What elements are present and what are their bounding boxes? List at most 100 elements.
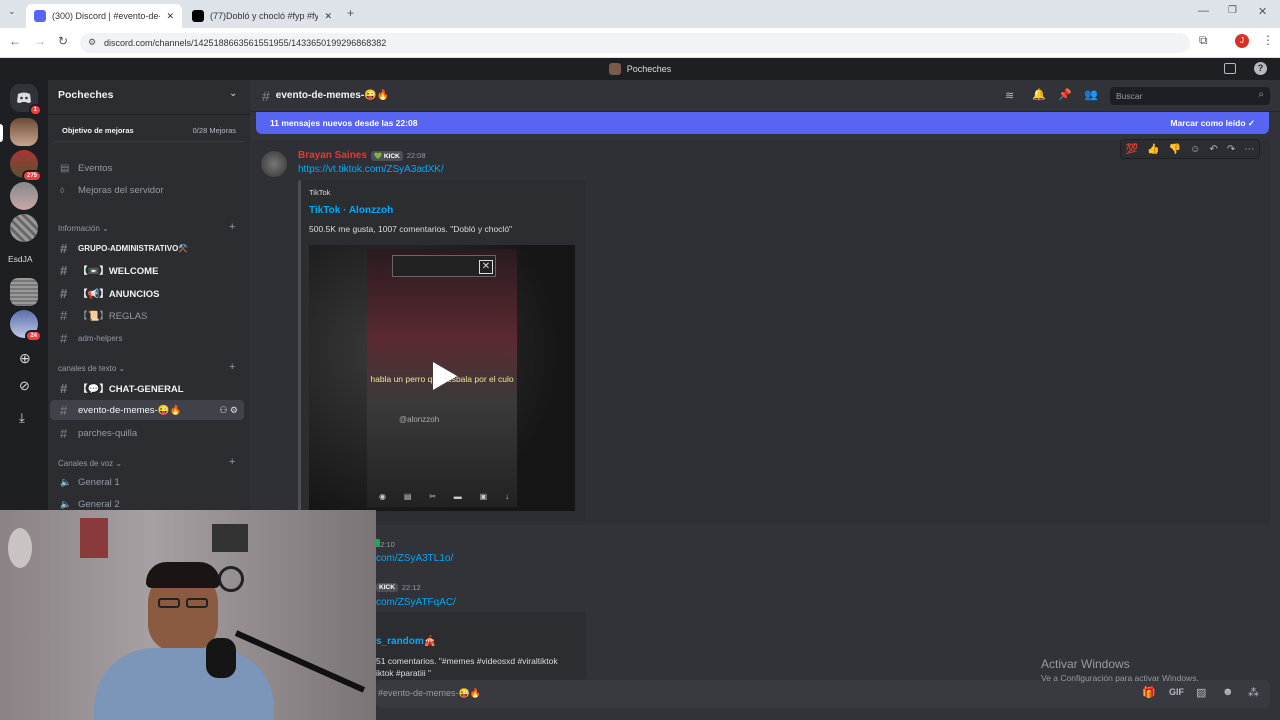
selected-server-indicator xyxy=(0,124,3,142)
extensions-icon[interactable]: ⧉ xyxy=(1199,33,1208,48)
member-list-icon[interactable]: 👥 xyxy=(1084,88,1098,101)
boost-goal[interactable]: Objetivo de mejoras 0/28 Mejoras xyxy=(54,120,244,142)
new-tab-button[interactable]: + xyxy=(347,6,354,20)
search-input[interactable]: Buscar ⌕ xyxy=(1110,87,1270,105)
doc-icon[interactable]: ▤ xyxy=(404,492,412,501)
tiktok-link[interactable]: https://vt.tiktok.com/ZSyA3adXK/ xyxy=(298,164,444,175)
discord-title-bar: Pocheches ? xyxy=(0,58,1280,80)
forward-icon[interactable]: → xyxy=(34,34,46,48)
gif-icon[interactable]: GIF xyxy=(1169,687,1184,697)
divider xyxy=(48,114,250,115)
profile-avatar[interactable]: J xyxy=(1235,34,1249,48)
new-messages-bar[interactable]: 11 mensajes nuevos desde las 22:08 Marca… xyxy=(256,112,1269,134)
embed-title[interactable]: TikTok · Alonzzoh xyxy=(309,205,393,216)
server-text-icon[interactable]: EsdJA xyxy=(8,254,33,264)
sticker-icon[interactable]: ▨ xyxy=(1196,686,1206,699)
channel-parches-quilla[interactable]: # parches-quilla xyxy=(50,423,244,443)
back-icon[interactable]: ← xyxy=(9,34,21,48)
tiktok-favicon xyxy=(192,10,204,22)
video-watermark: @alonzzoh xyxy=(399,415,440,424)
channel-grupo-administrativo[interactable]: # GRUPO-ADMINISTRATIVO⚒️ xyxy=(50,238,244,258)
search-icon: ⌕ xyxy=(1258,89,1264,100)
link-embed: s_random🎪 51 comentarios. "#memes #video… xyxy=(372,612,586,680)
server-icon[interactable]: 275 xyxy=(10,150,42,182)
person-hoodie xyxy=(94,648,274,720)
tab-close-icon[interactable]: ✕ xyxy=(324,11,332,22)
add-channel-icon[interactable]: + xyxy=(229,456,235,468)
category-voice[interactable]: Canales de voz ⌄ xyxy=(58,459,122,468)
video-player[interactable]: ✕ habla un perro que resbala por el culo… xyxy=(309,245,575,511)
server-icon-pocheches[interactable] xyxy=(10,118,38,146)
channel-anuncios[interactable]: # 【📢】ANUNCIOS xyxy=(50,283,244,303)
mark-as-read-button[interactable]: Marcar como leído ✓ xyxy=(1170,118,1255,129)
server-icon[interactable] xyxy=(10,278,38,306)
reload-icon[interactable]: ↻ xyxy=(58,34,68,48)
tiktok-link[interactable]: com/ZSyA3TL1o/ xyxy=(376,553,453,564)
channel-evento-de-memes[interactable]: # evento-de-memes-😜🔥 ⚇ ⚙ xyxy=(50,400,244,420)
avatar[interactable] xyxy=(261,151,287,177)
thumbs-up-icon[interactable]: 👍 xyxy=(1147,144,1159,155)
thumbs-down-icon[interactable]: 👎 xyxy=(1169,144,1181,155)
message-header: Brayan Saines 💚 KICK 22:08 xyxy=(298,150,426,161)
embed-description-continued: iktok #paratiii " xyxy=(376,668,431,678)
comment-icon[interactable]: ▣ xyxy=(480,492,488,501)
wall-decoration xyxy=(218,566,244,592)
tab-search-icon[interactable]: ⌄ xyxy=(8,6,16,17)
discover-icon[interactable]: ⊘ xyxy=(19,378,30,394)
tiktok-link[interactable]: com/ZSyATFqAC/ xyxy=(376,597,456,608)
category-info[interactable]: Información ⌄ xyxy=(58,224,109,233)
embed-title[interactable]: s_random🎪 xyxy=(376,636,436,647)
reaction-100-icon[interactable]: 💯 xyxy=(1126,144,1138,155)
voice-channel-general-1[interactable]: 🔈 General 1 xyxy=(50,472,244,492)
sidebar-item-server-boosts[interactable]: ⬨ Mejoras del servidor xyxy=(50,180,244,200)
play-icon[interactable] xyxy=(425,358,461,394)
add-reaction-icon[interactable]: ☺ xyxy=(1190,144,1200,155)
tab-tiktok[interactable]: (77)Dobló y chocló #fyp #fyp ✕ xyxy=(184,4,340,28)
server-icon[interactable] xyxy=(10,214,38,242)
sidebar-item-events[interactable]: ▤ Eventos xyxy=(50,158,244,178)
bell-icon[interactable]: 🔔 xyxy=(1032,88,1046,101)
server-icon[interactable] xyxy=(10,182,38,210)
pin-icon[interactable]: 📌 xyxy=(1058,88,1072,101)
apps-icon[interactable]: ⁂ xyxy=(1248,686,1259,699)
server-icon[interactable]: 24 xyxy=(10,310,42,342)
message-input[interactable]: #evento-de-memes-😜🔥 🎁 GIF ▨ ☻ ⁂ xyxy=(376,680,1270,708)
server-menu-chevron-icon[interactable]: ⌄ xyxy=(229,88,237,99)
add-server-icon[interactable]: ⊕ xyxy=(19,350,31,367)
boost-icon: ⬨ xyxy=(60,184,65,196)
add-channel-icon[interactable]: + xyxy=(229,361,235,373)
help-icon[interactable]: ? xyxy=(1254,62,1267,75)
server-name[interactable]: Pocheches xyxy=(58,89,113,101)
direct-messages-button[interactable]: 1 xyxy=(10,84,42,116)
chrome-menu-icon[interactable]: ⋮ xyxy=(1262,33,1274,47)
channel-chat-general[interactable]: # 【💬】CHAT-GENERAL xyxy=(50,378,244,398)
url-field[interactable]: ⚙ discord.com/channels/14251886635615519… xyxy=(80,33,1190,53)
add-channel-icon[interactable]: + xyxy=(229,221,235,233)
category-text[interactable]: canales de texto ⌄ xyxy=(58,364,125,373)
more-options-icon[interactable]: ⋯ xyxy=(1244,144,1254,155)
channel-reglas[interactable]: # 【📜】REGLAS xyxy=(50,305,244,325)
download-icon[interactable]: ⤓ xyxy=(19,410,25,426)
tab-label: (77)Dobló y chocló #fyp #fyp xyxy=(210,11,319,21)
emoji-icon[interactable]: ☻ xyxy=(1222,686,1234,698)
close-window-icon[interactable]: ✕ xyxy=(1258,5,1267,18)
channel-adm-helpers[interactable]: # adm-helpers xyxy=(50,328,244,348)
tab-close-icon[interactable]: ✕ xyxy=(166,11,174,22)
forward-icon[interactable]: ↷ xyxy=(1227,144,1235,155)
download-icon[interactable]: ↓ xyxy=(505,492,509,501)
tool-icon[interactable]: ✂ xyxy=(429,492,436,501)
channel-welcome[interactable]: # 【📼】WELCOME xyxy=(50,260,244,280)
gift-icon[interactable]: 🎁 xyxy=(1142,686,1156,699)
site-info-icon[interactable]: ⚙ xyxy=(88,37,96,48)
threads-icon[interactable]: ≋ xyxy=(1005,89,1014,102)
restore-icon[interactable]: ❐ xyxy=(1228,5,1237,16)
reply-icon[interactable]: ↶ xyxy=(1209,144,1217,155)
author-name[interactable]: Brayan Saines xyxy=(298,150,367,161)
speaker-icon: 🔈 xyxy=(60,476,72,487)
invite-settings-icons[interactable]: ⚇ ⚙ xyxy=(219,405,238,416)
volume-icon[interactable]: ◉ xyxy=(379,492,386,501)
camera-icon[interactable]: ▬ xyxy=(454,492,462,501)
tab-discord[interactable]: (300) Discord | #evento-de-me ✕ xyxy=(26,4,182,28)
inbox-icon[interactable] xyxy=(1224,63,1236,74)
minimize-icon[interactable]: — xyxy=(1198,5,1209,17)
